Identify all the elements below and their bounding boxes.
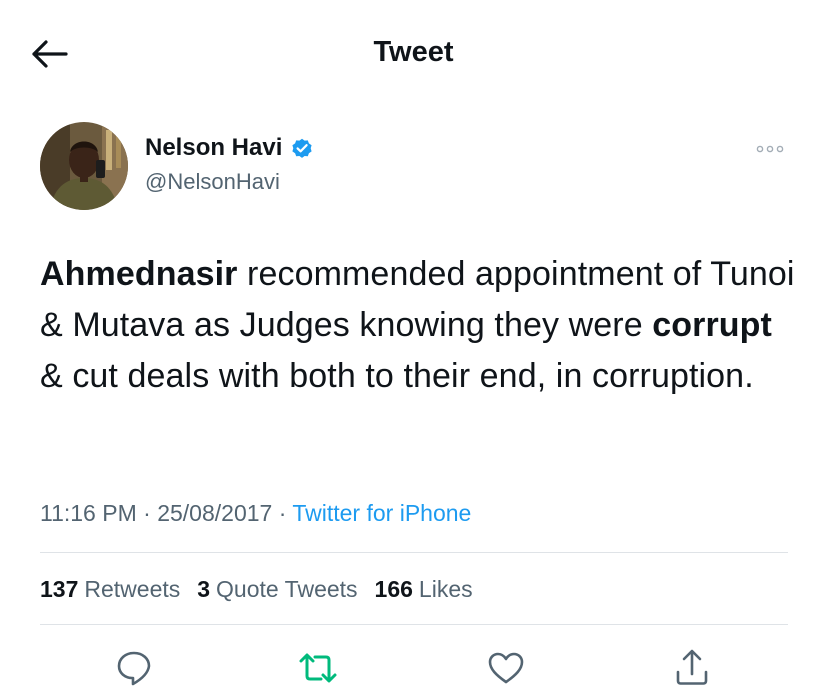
retweet-icon — [299, 653, 337, 683]
engagement-stats: 137 Retweets 3 Quote Tweets 166 Likes — [40, 576, 490, 603]
tweet-time[interactable]: 11:16 PM — [40, 500, 137, 526]
verified-badge-icon — [292, 138, 312, 158]
divider — [40, 624, 788, 625]
like-button[interactable] — [484, 646, 528, 690]
action-bar — [0, 640, 827, 695]
more-dots-icon — [756, 145, 784, 153]
bold-word-corrupt: corrupt — [652, 306, 772, 344]
retweets-stat[interactable]: 137 Retweets — [40, 576, 180, 603]
reply-button[interactable] — [112, 646, 156, 690]
likes-stat[interactable]: 166 Likes — [375, 576, 473, 603]
tweet-date[interactable]: 25/08/2017 — [157, 500, 272, 526]
meta-separator: · — [143, 500, 158, 526]
top-bar: Tweet — [0, 0, 827, 108]
retweets-count: 137 — [40, 576, 79, 602]
divider — [40, 552, 788, 553]
avatar[interactable] — [40, 122, 128, 210]
quote-tweets-count: 3 — [197, 576, 211, 602]
tweet-text: Ahmednasir recommended appointment of Tu… — [40, 249, 800, 402]
meta-separator: · — [278, 500, 293, 526]
share-icon — [676, 649, 708, 685]
retweets-label: Retweets — [84, 576, 181, 602]
mention-ahmednasir: Ahmednasir — [40, 255, 238, 293]
page-title: Tweet — [373, 36, 454, 68]
tweet-meta: 11:16 PM · 25/08/2017 · Twitter for iPho… — [40, 500, 471, 527]
tweet-text-segment: & cut deals with both to their end, in c… — [40, 357, 754, 395]
reply-icon — [117, 651, 151, 686]
retweet-button[interactable] — [296, 646, 340, 690]
more-options-button[interactable] — [752, 140, 788, 158]
author-display-name[interactable]: Nelson Havi — [145, 134, 282, 162]
likes-count: 166 — [374, 576, 413, 602]
share-button[interactable] — [670, 645, 714, 689]
quote-tweets-label: Quote Tweets — [216, 576, 358, 602]
author-name-row: Nelson Havi — [145, 134, 314, 162]
author-handle[interactable]: @NelsonHavi — [145, 169, 280, 195]
heart-icon — [488, 652, 524, 684]
quote-tweets-stat[interactable]: 3 Quote Tweets — [197, 576, 357, 603]
likes-label: Likes — [418, 576, 473, 602]
tweet-source-link[interactable]: Twitter for iPhone — [292, 500, 471, 526]
